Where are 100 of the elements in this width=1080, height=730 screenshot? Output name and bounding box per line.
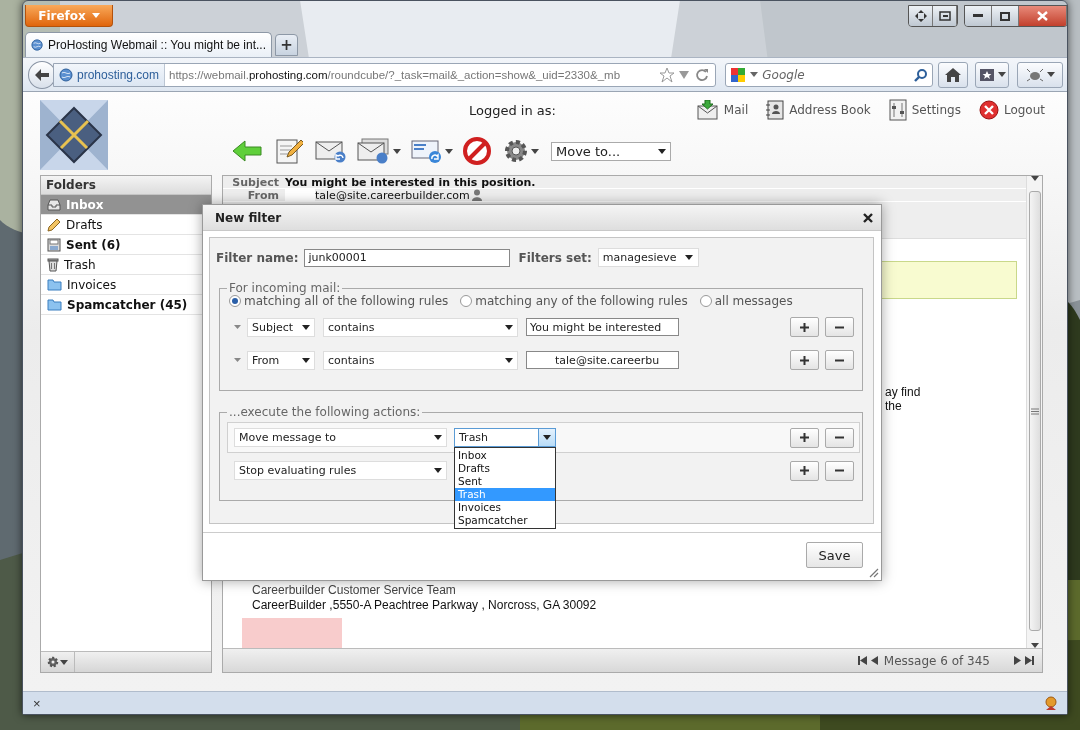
gear-icon	[503, 138, 529, 165]
more-actions-button[interactable]	[503, 138, 539, 165]
match-option[interactable]: all messages	[699, 294, 793, 308]
header-select[interactable]: From	[247, 350, 315, 370]
mail-icon	[696, 100, 719, 121]
scrollbar-thumb[interactable]	[1028, 191, 1041, 632]
rule-value-field[interactable]: tale@site.careerbu	[526, 351, 679, 369]
dropdown-option[interactable]: Invoices	[455, 501, 555, 514]
action-select[interactable]: Stop evaluating rules	[234, 461, 447, 480]
action-select[interactable]: Move message to	[234, 428, 447, 447]
back-button[interactable]	[28, 60, 56, 89]
field-label: Filter name:	[216, 250, 299, 265]
filter-name-field[interactable]: junk00001	[304, 248, 511, 267]
expand-rule-icon[interactable]	[234, 325, 241, 329]
remove-rule-button[interactable]	[825, 350, 854, 370]
rule-value-field[interactable]: You might be interested	[526, 318, 679, 336]
dropdown-option[interactable]: Spamcatcher	[455, 514, 555, 527]
new-tab-button[interactable]: +	[275, 34, 298, 56]
header-select[interactable]: Subject	[247, 317, 315, 337]
bookmarks-button[interactable]	[975, 61, 1010, 88]
add-action-button[interactable]	[790, 460, 819, 481]
add-rule-button[interactable]	[790, 317, 819, 337]
compose-button[interactable]	[275, 137, 303, 166]
nav-link[interactable]: Mail	[696, 99, 749, 122]
maximize-button[interactable]	[992, 6, 1019, 26]
compose-icon	[275, 137, 303, 166]
radio-button[interactable]	[460, 295, 473, 307]
add-on-icon[interactable]	[1043, 695, 1059, 712]
body-text: ay find	[885, 385, 922, 400]
forward-button[interactable]	[411, 138, 453, 165]
tray-icon	[47, 198, 61, 211]
add-on-button[interactable]	[1017, 61, 1063, 88]
caret-icon	[445, 148, 453, 154]
radio-button[interactable]	[699, 295, 712, 307]
logo	[40, 100, 108, 171]
first-page-icon[interactable]	[857, 656, 867, 666]
reply-all-button[interactable]	[357, 138, 401, 165]
match-option[interactable]: matching all of the following rules	[229, 294, 449, 308]
scroll-up-icon	[1030, 176, 1039, 182]
move-to-select[interactable]: Move to...	[551, 141, 671, 161]
caret-icon	[60, 659, 68, 665]
folder-icon	[47, 298, 62, 312]
add-rule-button[interactable]	[790, 350, 819, 370]
home-button[interactable]	[938, 61, 969, 88]
search-icon[interactable]	[914, 67, 929, 82]
nav-link[interactable]: Logout	[978, 99, 1045, 122]
radio-button[interactable]	[229, 295, 241, 307]
dropdown-option[interactable]: Sent	[455, 475, 555, 488]
message-counter: Message 6 of 345	[883, 653, 990, 668]
history-dropdown-icon[interactable]	[679, 70, 690, 79]
reply-button[interactable]	[315, 139, 347, 164]
remove-action-button[interactable]	[825, 427, 854, 448]
operator-select[interactable]: contains	[323, 350, 518, 370]
panel-title: Folders	[41, 176, 211, 196]
move-window-button[interactable]	[909, 6, 933, 26]
remove-rule-button[interactable]	[825, 317, 854, 337]
operator-select[interactable]: contains	[323, 317, 518, 337]
delete-button[interactable]	[463, 137, 491, 166]
plus-icon	[800, 466, 809, 475]
reload-icon[interactable]	[695, 67, 710, 82]
previous-page-icon[interactable]	[870, 656, 878, 666]
remove-action-button[interactable]	[825, 460, 854, 481]
site-identity-button[interactable]: prohosting.com	[53, 63, 165, 86]
last-page-icon[interactable]	[1025, 656, 1034, 666]
folder-dropdown-menu[interactable]: Inbox Drafts Sent Trash Invoices Spamcatcher	[454, 447, 556, 529]
trash-icon	[47, 257, 59, 272]
save-button[interactable]: Save	[806, 542, 863, 568]
prohibited-icon	[463, 137, 491, 166]
fieldset-legend: For incoming mail:	[227, 281, 343, 295]
match-option[interactable]: matching any of the following rules	[460, 294, 688, 308]
add-action-button[interactable]	[790, 427, 819, 448]
body-text: the	[885, 399, 903, 414]
address-bar[interactable]: prohosting.com https://webmail.prohosting.com/roundcube/?_task=mail&_action=show&_uid=2330&_mb	[52, 62, 717, 87]
nav-link[interactable]: Address Book	[766, 99, 871, 122]
header-value: tale@site.careerbuilder.com	[285, 188, 482, 202]
header-value: You might be interested in this position.	[285, 175, 536, 189]
close-add-on-bar-button[interactable]: ×	[33, 695, 41, 711]
filter-set-select[interactable]: managesieve	[597, 248, 699, 267]
restore-tab-button[interactable]	[933, 6, 957, 26]
expand-rule-icon[interactable]	[234, 358, 241, 362]
folder-select[interactable]: Trash	[454, 428, 556, 447]
forward-icon	[411, 138, 443, 165]
caret-icon	[658, 148, 666, 154]
dialog-title: New filter	[215, 210, 282, 225]
url-text: https://webmail.prohosting.com/roundcube/?_task=mail&_action=show&_uid=2330&_mb	[168, 68, 622, 81]
close-button[interactable]	[1019, 6, 1067, 26]
search-field[interactable]: Google	[725, 62, 934, 87]
grip-icon	[1030, 407, 1039, 415]
scrollbar[interactable]	[1026, 176, 1042, 649]
next-page-icon[interactable]	[1014, 656, 1021, 666]
close-icon[interactable]	[863, 212, 873, 223]
nav-link[interactable]: Settings	[888, 99, 961, 122]
bookmark-star-icon[interactable]	[659, 66, 676, 83]
dropdown-option[interactable]: Drafts	[455, 462, 555, 475]
minimize-button[interactable]	[965, 6, 992, 26]
plus-icon	[800, 355, 809, 365]
caret-icon	[531, 148, 539, 154]
browser-tab[interactable]: ProHosting Webmail :: You might be int...	[25, 32, 272, 57]
resize-handle-icon[interactable]	[869, 568, 879, 578]
dropdown-option[interactable]: Inbox	[455, 449, 555, 462]
